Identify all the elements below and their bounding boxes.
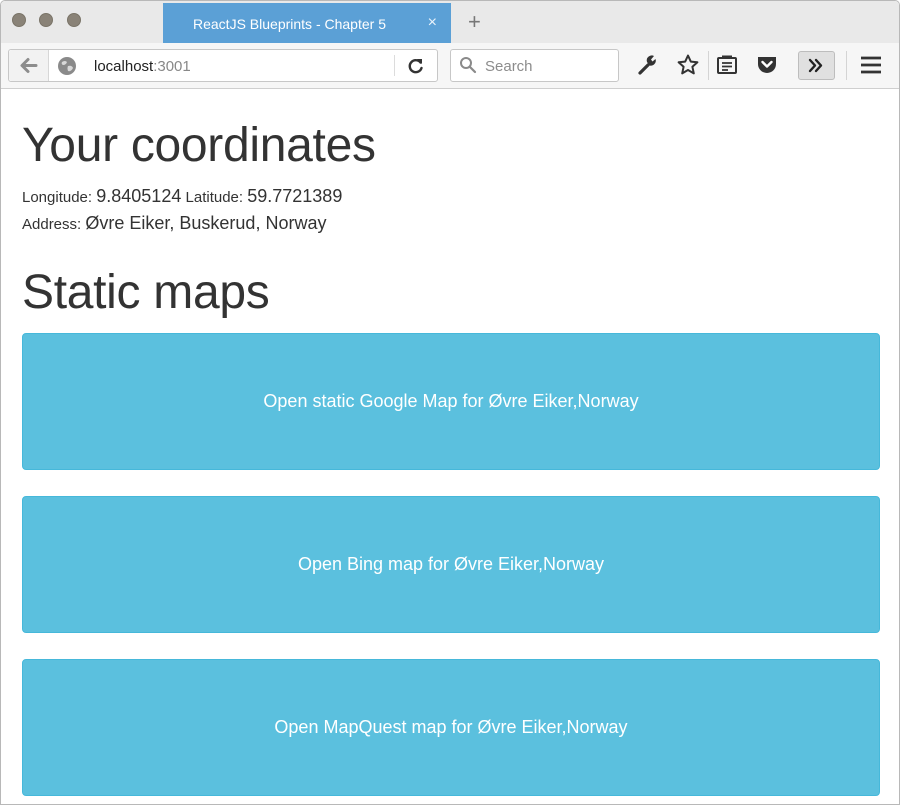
tab-title: ReactJS Blueprints - Chapter 5	[193, 16, 386, 32]
toolbar-divider	[846, 51, 847, 80]
tab-strip: ReactJS Blueprints - Chapter 5 × +	[1, 1, 899, 44]
address-label: Address:	[22, 216, 82, 233]
coordinates-heading: Your coordinates	[22, 119, 376, 172]
overflow-menu-button[interactable]	[798, 51, 835, 80]
new-tab-button[interactable]: +	[468, 9, 481, 35]
url-text[interactable]: localhost:3001	[94, 58, 191, 75]
bookmark-star-icon[interactable]	[676, 53, 700, 77]
globe-icon	[58, 57, 76, 75]
address-value: Øvre Eiker, Buskerud, Norway	[85, 213, 327, 233]
back-arrow-icon	[20, 58, 38, 73]
browser-window: ReactJS Blueprints - Chapter 5 × + local…	[0, 0, 900, 805]
search-bar[interactable]: Search	[450, 49, 619, 82]
open-google-map-button[interactable]: Open static Google Map for Øvre Eiker,No…	[22, 333, 880, 470]
toolbar-divider	[708, 51, 709, 80]
back-button[interactable]	[9, 50, 49, 81]
tab-active[interactable]: ReactJS Blueprints - Chapter 5 ×	[163, 3, 451, 44]
url-host: localhost	[94, 58, 154, 75]
wrench-icon[interactable]	[635, 53, 659, 77]
minimize-window-button[interactable]	[39, 13, 53, 27]
latitude-value: 59.7721389	[247, 186, 343, 206]
coordinates-line: Longitude: 9.8405124 Latitude: 59.772138…	[22, 186, 342, 207]
url-divider	[394, 55, 395, 76]
url-port: :3001	[153, 58, 191, 75]
url-bar[interactable]: localhost:3001	[8, 49, 438, 82]
static-maps-heading: Static maps	[22, 266, 270, 319]
tab-close-icon[interactable]: ×	[428, 14, 437, 32]
longitude-label: Longitude:	[22, 189, 93, 206]
double-chevron-right-icon	[808, 58, 823, 73]
reload-icon[interactable]	[403, 54, 429, 78]
close-window-button[interactable]	[12, 13, 26, 27]
navigation-toolbar: localhost:3001 Search	[1, 43, 899, 89]
open-bing-map-button[interactable]: Open Bing map for Øvre Eiker,Norway	[22, 496, 880, 633]
hamburger-menu-icon[interactable]	[859, 53, 883, 77]
address-line: Address: Øvre Eiker, Buskerud, Norway	[22, 213, 326, 234]
open-mapquest-map-button[interactable]: Open MapQuest map for Øvre Eiker,Norway	[22, 659, 880, 796]
latitude-label: Latitude:	[185, 189, 244, 206]
longitude-value: 9.8405124	[96, 186, 182, 206]
zoom-window-button[interactable]	[67, 13, 81, 27]
search-placeholder: Search	[485, 58, 533, 75]
reading-list-icon[interactable]	[715, 53, 739, 77]
search-icon	[460, 57, 477, 74]
pocket-icon[interactable]	[755, 53, 779, 77]
